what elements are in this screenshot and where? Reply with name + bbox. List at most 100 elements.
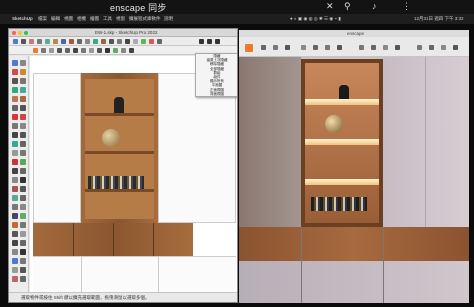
enscape-render-view[interactable] <box>239 57 469 303</box>
enscape-start-icon[interactable] <box>33 48 38 53</box>
redo-icon[interactable] <box>285 45 290 50</box>
menubar-app[interactable]: SketchUp <box>12 16 33 21</box>
ctx-item[interactable]: 背面視圖 <box>196 92 237 96</box>
dimension-tool-icon[interactable] <box>20 132 26 138</box>
visual-settings-icon[interactable] <box>395 45 400 50</box>
monochrome-tool-icon[interactable] <box>20 276 26 282</box>
eraser-tool-icon[interactable] <box>12 69 18 75</box>
line-tool-icon[interactable] <box>12 78 18 84</box>
arc-tool-icon[interactable] <box>12 96 18 102</box>
pencil-icon[interactable] <box>29 39 34 44</box>
microphone-icon[interactable]: ♪ <box>372 1 377 11</box>
zoom-icon[interactable] <box>24 31 28 35</box>
look-around-icon[interactable] <box>207 39 212 44</box>
menu-edit[interactable]: 編輯 <box>51 16 60 22</box>
views-icon[interactable] <box>359 45 364 50</box>
pan-icon[interactable] <box>117 39 122 44</box>
scale-icon[interactable] <box>77 39 82 44</box>
enscape-logo-icon[interactable] <box>245 44 253 52</box>
tape-tool-icon[interactable] <box>12 132 18 138</box>
shape-icon[interactable] <box>45 39 50 44</box>
styles-tool-icon[interactable] <box>12 213 18 219</box>
walk-tool-icon[interactable] <box>20 186 26 192</box>
undo-icon[interactable] <box>273 45 278 50</box>
close-icon[interactable] <box>12 31 16 35</box>
export-icon[interactable] <box>337 45 342 50</box>
rectangle-tool-icon[interactable] <box>12 87 18 93</box>
enscape-screenshot-icon[interactable] <box>57 48 62 53</box>
menu-file[interactable]: 檔案 <box>38 16 47 22</box>
section-plane-tool-icon[interactable] <box>20 195 26 201</box>
status-icons[interactable]: ● ◐ ▣ ◉ ◍ ◎ ✱ ☰ ◉ ⌁ ▮ <box>290 16 341 22</box>
enscape-vr-icon[interactable] <box>113 48 118 53</box>
layers-tool-icon[interactable] <box>20 213 26 219</box>
offset-tool-icon[interactable] <box>20 123 26 129</box>
sandbox-tool-icon[interactable] <box>12 204 18 210</box>
sketchup-window[interactable]: EW-1.skp - SketchUp Pro 2022 隱藏 還原上次隱藏 移… <box>8 28 238 303</box>
enscape-feedback-icon[interactable] <box>121 48 126 53</box>
sketchup-titlebar[interactable]: EW-1.skp - SketchUp Pro 2022 <box>9 29 237 37</box>
scale-tool-icon[interactable] <box>12 123 18 129</box>
3dtext-tool-icon[interactable] <box>20 150 26 156</box>
fog-tool-icon[interactable] <box>20 222 26 228</box>
enscape-view-icon[interactable] <box>49 48 54 53</box>
back-view-tool-icon[interactable] <box>12 249 18 255</box>
solid-tool-icon[interactable] <box>20 204 26 210</box>
select-tool-icon[interactable] <box>13 39 18 44</box>
zoom-extents-icon[interactable] <box>133 39 138 44</box>
context-menu[interactable]: 隱藏 還原上次隱藏 移除隱藏 全部隱藏 群組 組件 顯示所有 平面圖 正面視圖 … <box>195 53 237 97</box>
enscape-video-icon[interactable] <box>65 48 70 53</box>
enscape-material-icon[interactable] <box>89 48 94 53</box>
extension-icon[interactable] <box>149 39 154 44</box>
search-input[interactable]: enscape 同步 <box>110 1 167 14</box>
minimap-icon[interactable] <box>417 45 422 50</box>
component-icon[interactable] <box>20 60 26 66</box>
spotlight-search[interactable]: enscape 同步 ✕ ⚲ ♪ ⋮ <box>0 0 474 14</box>
menu-tools[interactable]: 工具 <box>103 16 112 22</box>
assets-icon[interactable] <box>383 45 388 50</box>
video-icon[interactable] <box>313 45 318 50</box>
top-view-tool-icon[interactable] <box>20 231 26 237</box>
circle-tool-icon[interactable] <box>20 87 26 93</box>
zoom-tool-left-icon[interactable] <box>12 168 18 174</box>
move-icon[interactable] <box>61 39 66 44</box>
select-icon[interactable] <box>12 60 18 66</box>
enscape-capture-icon[interactable] <box>97 48 102 53</box>
enscape-sync-icon[interactable] <box>41 48 46 53</box>
iso-view-tool-icon[interactable] <box>12 231 18 237</box>
panorama-icon[interactable] <box>325 45 330 50</box>
hidden-line-tool-icon[interactable] <box>12 267 18 273</box>
left-view-tool-icon[interactable] <box>20 249 26 255</box>
enscape-settings-icon[interactable] <box>73 48 78 53</box>
right-view-tool-icon[interactable] <box>20 240 26 246</box>
xray-tool-icon[interactable] <box>12 258 18 264</box>
sun-icon[interactable] <box>371 45 376 50</box>
vr-icon[interactable] <box>441 45 446 50</box>
settings-icon[interactable] <box>453 45 458 50</box>
text-tool-icon[interactable] <box>20 141 26 147</box>
orbit-tool-icon[interactable] <box>12 159 18 165</box>
enscape-about-icon[interactable] <box>129 48 134 53</box>
menu-extensions[interactable]: 擴展程式庫軟件 <box>129 16 161 22</box>
enscape-assets-icon[interactable] <box>81 48 86 53</box>
wireframe-tool-icon[interactable] <box>20 258 26 264</box>
offset-icon[interactable] <box>85 39 90 44</box>
home-icon[interactable] <box>261 45 266 50</box>
textured-tool-icon[interactable] <box>12 276 18 282</box>
material-icon[interactable] <box>429 45 434 50</box>
move-tool-icon[interactable] <box>12 114 18 120</box>
push-pull-icon[interactable] <box>53 39 58 44</box>
menu-draw[interactable]: 繪圖 <box>90 16 99 22</box>
enscape-window[interactable]: enscape <box>239 30 469 303</box>
zoom-tool-icon[interactable] <box>125 39 130 44</box>
search-icon[interactable]: ⚲ <box>344 1 351 12</box>
shaded-tool-icon[interactable] <box>20 267 26 273</box>
paint-tool-icon[interactable] <box>20 69 26 75</box>
rotate-tool-icon[interactable] <box>20 114 26 120</box>
zoom-extents-tool-icon[interactable] <box>12 177 18 183</box>
minimize-icon[interactable] <box>18 31 22 35</box>
warehouse-icon[interactable] <box>141 39 146 44</box>
menu-window[interactable]: 視窗 <box>116 16 125 22</box>
pan-tool-icon[interactable] <box>20 159 26 165</box>
camera-icon[interactable] <box>301 45 306 50</box>
